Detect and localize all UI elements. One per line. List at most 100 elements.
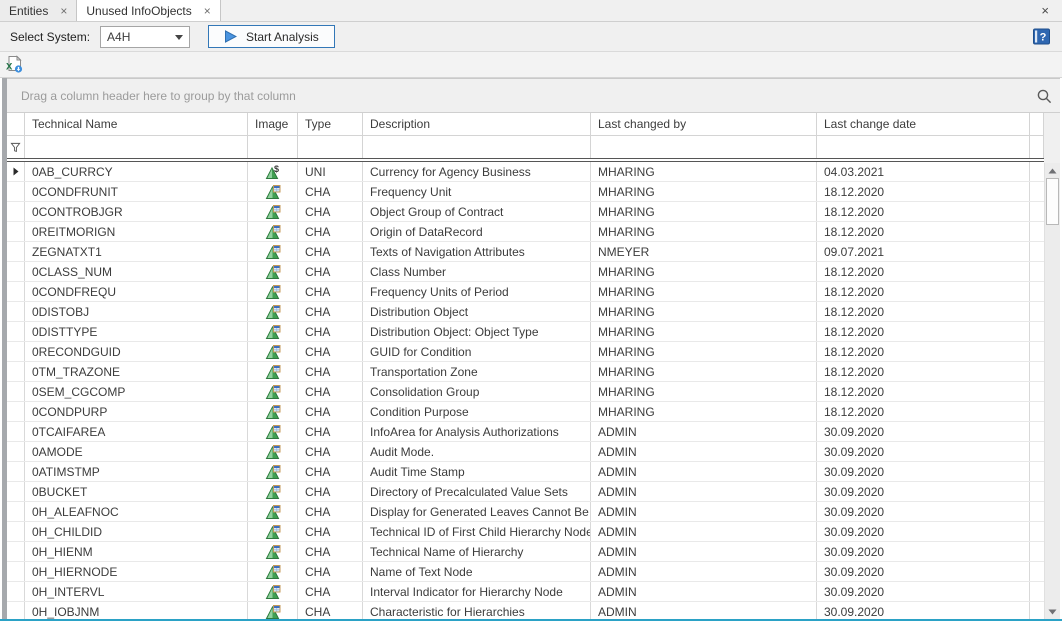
cell-last-changed-by[interactable]: MHARING: [591, 362, 817, 381]
cell-last-changed-by[interactable]: MHARING: [591, 182, 817, 201]
cell-type[interactable]: CHA: [298, 582, 363, 601]
scroll-up-icon[interactable]: [1045, 163, 1060, 178]
column-header-image[interactable]: Image: [248, 113, 298, 135]
cell-description[interactable]: Distribution Object: [363, 302, 591, 321]
cell-description[interactable]: GUID for Condition: [363, 342, 591, 361]
table-row[interactable]: 0CONDFRUNIT $ CHA Fr: [7, 182, 1044, 202]
cell-description[interactable]: Audit Time Stamp: [363, 462, 591, 481]
column-header-description[interactable]: Description: [363, 113, 591, 135]
cell-description[interactable]: Texts of Navigation Attributes: [363, 242, 591, 261]
cell-image[interactable]: $: [248, 242, 298, 261]
chevron-down-icon[interactable]: [175, 35, 183, 40]
cell-type[interactable]: CHA: [298, 422, 363, 441]
table-row[interactable]: 0H_HIENM $ CHA Techn: [7, 542, 1044, 562]
cell-description[interactable]: Interval Indicator for Hierarchy Node: [363, 582, 591, 601]
cell-type[interactable]: CHA: [298, 602, 363, 619]
tab-unused-infoobjects[interactable]: Unused InfoObjects ×: [77, 0, 220, 21]
table-row[interactable]: 0H_ALEAFNOC $ CHA Di: [7, 502, 1044, 522]
cell-image[interactable]: $: [248, 222, 298, 241]
cell-image[interactable]: $: [248, 342, 298, 361]
cell-image[interactable]: $: [248, 162, 298, 181]
cell-last-changed-by[interactable]: ADMIN: [591, 582, 817, 601]
vertical-scrollbar[interactable]: [1044, 163, 1060, 619]
cell-type[interactable]: CHA: [298, 222, 363, 241]
cell-image[interactable]: $: [248, 522, 298, 541]
cell-technical-name[interactable]: 0H_INTERVL: [25, 582, 248, 601]
filter-cell-last-changed-by[interactable]: [591, 136, 817, 158]
cell-image[interactable]: $: [248, 582, 298, 601]
cell-last-change-date[interactable]: 04.03.2021: [817, 162, 1030, 181]
cell-technical-name[interactable]: 0CLASS_NUM: [25, 262, 248, 281]
table-row[interactable]: 0H_HIERNODE $ CHA Na: [7, 562, 1044, 582]
cell-last-change-date[interactable]: 30.09.2020: [817, 562, 1030, 581]
cell-last-change-date[interactable]: 18.12.2020: [817, 302, 1030, 321]
cell-last-changed-by[interactable]: ADMIN: [591, 542, 817, 561]
cell-last-changed-by[interactable]: ADMIN: [591, 482, 817, 501]
cell-technical-name[interactable]: 0AB_CURRCY: [25, 162, 248, 181]
cell-description[interactable]: Transportation Zone: [363, 362, 591, 381]
cell-technical-name[interactable]: 0H_IOBJNM: [25, 602, 248, 619]
cell-last-change-date[interactable]: 30.09.2020: [817, 502, 1030, 521]
cell-last-change-date[interactable]: 30.09.2020: [817, 542, 1030, 561]
cell-last-changed-by[interactable]: ADMIN: [591, 462, 817, 481]
cell-last-changed-by[interactable]: MHARING: [591, 222, 817, 241]
cell-type[interactable]: CHA: [298, 402, 363, 421]
cell-type[interactable]: CHA: [298, 462, 363, 481]
cell-image[interactable]: $: [248, 322, 298, 341]
cell-description[interactable]: InfoArea for Analysis Authorizations: [363, 422, 591, 441]
system-select[interactable]: A4H: [100, 26, 190, 48]
cell-technical-name[interactable]: 0DISTOBJ: [25, 302, 248, 321]
cell-last-change-date[interactable]: 18.12.2020: [817, 222, 1030, 241]
scrollbar-thumb[interactable]: [1046, 178, 1059, 225]
cell-type[interactable]: CHA: [298, 282, 363, 301]
cell-last-change-date[interactable]: 30.09.2020: [817, 522, 1030, 541]
cell-description[interactable]: Characteristic for Hierarchies: [363, 602, 591, 619]
filter-cell-description[interactable]: [363, 136, 591, 158]
cell-type[interactable]: CHA: [298, 262, 363, 281]
cell-last-changed-by[interactable]: MHARING: [591, 382, 817, 401]
cell-last-change-date[interactable]: 18.12.2020: [817, 322, 1030, 341]
cell-image[interactable]: $: [248, 542, 298, 561]
cell-description[interactable]: Object Group of Contract: [363, 202, 591, 221]
cell-description[interactable]: Technical ID of First Child Hierarchy No…: [363, 522, 591, 541]
cell-last-changed-by[interactable]: ADMIN: [591, 502, 817, 521]
cell-technical-name[interactable]: 0ATIMSTMP: [25, 462, 248, 481]
cell-technical-name[interactable]: 0H_CHILDID: [25, 522, 248, 541]
filter-cell-last-change-date[interactable]: [817, 136, 1030, 158]
table-row[interactable]: ZEGNATXT1 $ CHA Text: [7, 242, 1044, 262]
cell-technical-name[interactable]: 0H_ALEAFNOC: [25, 502, 248, 521]
column-header-last-change-date[interactable]: Last change date: [817, 113, 1030, 135]
cell-last-changed-by[interactable]: MHARING: [591, 402, 817, 421]
cell-type[interactable]: CHA: [298, 322, 363, 341]
table-row[interactable]: 0RECONDGUID $ CHA GU: [7, 342, 1044, 362]
cell-last-changed-by[interactable]: MHARING: [591, 202, 817, 221]
table-row[interactable]: 0H_CHILDID $ CHA Tec: [7, 522, 1044, 542]
cell-type[interactable]: CHA: [298, 182, 363, 201]
cell-description[interactable]: Display for Generated Leaves Cannot Be C…: [363, 502, 591, 521]
cell-last-changed-by[interactable]: MHARING: [591, 162, 817, 181]
table-row[interactable]: 0DISTOBJ $ CHA Distr: [7, 302, 1044, 322]
table-row[interactable]: 0REITMORIGN $ CHA Or: [7, 222, 1044, 242]
cell-type[interactable]: CHA: [298, 242, 363, 261]
cell-description[interactable]: Name of Text Node: [363, 562, 591, 581]
cell-technical-name[interactable]: 0CONTROBJGR: [25, 202, 248, 221]
table-row[interactable]: 0H_IOBJNM $ CHA Char: [7, 602, 1044, 619]
filter-cell-type[interactable]: [298, 136, 363, 158]
export-to-excel-icon[interactable]: X: [5, 55, 24, 74]
cell-last-changed-by[interactable]: ADMIN: [591, 522, 817, 541]
cell-technical-name[interactable]: 0TM_TRAZONE: [25, 362, 248, 381]
cell-image[interactable]: $: [248, 382, 298, 401]
cell-last-changed-by[interactable]: NMEYER: [591, 242, 817, 261]
cell-type[interactable]: CHA: [298, 502, 363, 521]
help-icon[interactable]: ?: [1032, 27, 1051, 46]
table-row[interactable]: 0BUCKET $ CHA Direct: [7, 482, 1044, 502]
cell-technical-name[interactable]: 0CONDFREQU: [25, 282, 248, 301]
cell-technical-name[interactable]: 0BUCKET: [25, 482, 248, 501]
table-row[interactable]: 0H_INTERVL $ CHA Int: [7, 582, 1044, 602]
cell-last-changed-by[interactable]: MHARING: [591, 342, 817, 361]
cell-image[interactable]: $: [248, 602, 298, 619]
close-icon[interactable]: ×: [60, 5, 67, 17]
cell-image[interactable]: $: [248, 302, 298, 321]
cell-last-change-date[interactable]: 18.12.2020: [817, 382, 1030, 401]
cell-type[interactable]: UNI: [298, 162, 363, 181]
